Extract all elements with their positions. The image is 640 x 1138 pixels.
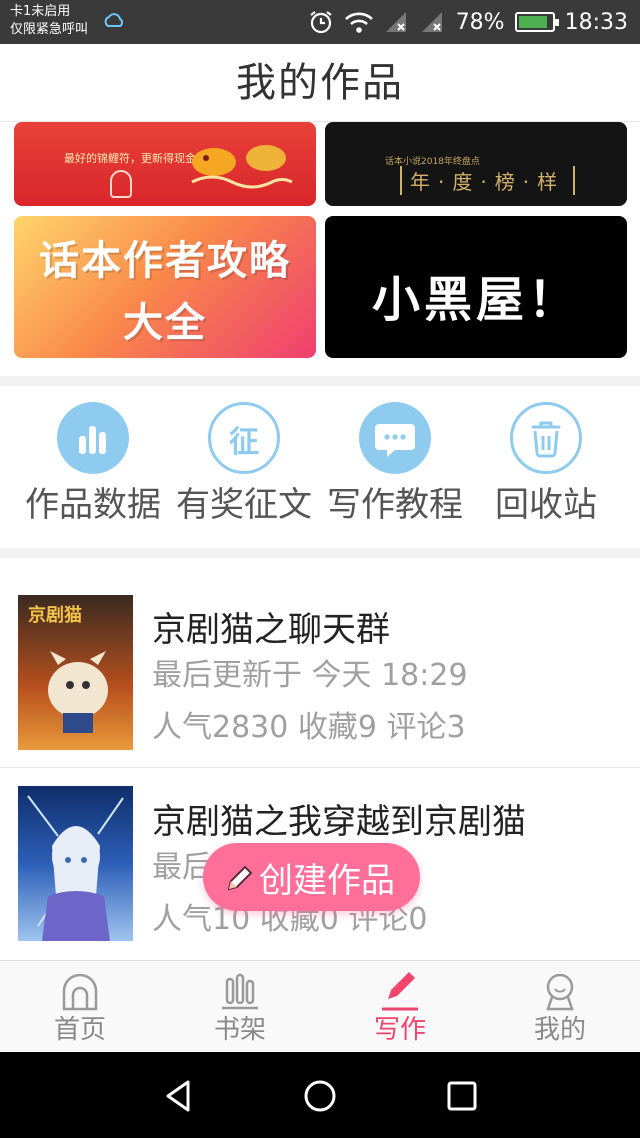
app-screen: 卡1未启用 仅限紧急呼叫 78% 18:33 我的作品 最好的锦鲤符，更新得现金… [0, 0, 640, 1138]
tab-label: 首页 [53, 1015, 106, 1045]
page-title: 我的作品 [236, 60, 404, 106]
tab-label: 书架 [213, 1015, 266, 1045]
annual-ranking-banner[interactable]: 话本小说2018年终盘点 年·度·榜·样 [325, 122, 627, 206]
alarm-icon [310, 11, 332, 34]
status-icons: 78% 18:33 [308, 6, 628, 38]
signal-1-icon [385, 12, 406, 32]
chat-bubble-icon [359, 402, 431, 474]
battery-icon [514, 12, 559, 32]
shortcut-works-data[interactable]: 作品数据 [18, 402, 168, 526]
pencil-icon [227, 865, 253, 891]
author-guide-title-line1: 话本作者攻略 [39, 238, 291, 284]
section-divider [0, 376, 640, 386]
work-item[interactable]: 京剧猫 京剧猫之聊天群 最后更新于 今天 18:29 人气2830 收藏9 评论… [0, 576, 640, 768]
back-icon[interactable] [158, 1076, 198, 1116]
trash-icon [510, 402, 582, 474]
blackroom-banner[interactable]: 小黑屋！ [325, 216, 627, 358]
create-work-button[interactable]: 创建作品 [203, 843, 420, 911]
work-cover-image: 京剧猫 [18, 595, 133, 750]
recent-apps-icon[interactable] [442, 1076, 482, 1116]
shortcut-label: 回收站 [495, 485, 597, 525]
work-title: 京剧猫之聊天群 [152, 610, 390, 650]
koi-event-banner[interactable]: 最好的锦鲤符，更新得现金红包 [14, 122, 316, 206]
author-guide-banner[interactable]: 话本作者攻略 大全 [14, 216, 316, 358]
blackroom-title: 小黑屋！ [371, 272, 580, 328]
home-icon [62, 973, 98, 1011]
shortcut-label: 作品数据 [25, 485, 161, 525]
bookshelf-icon [222, 973, 258, 1010]
shortcut-label: 写作教程 [327, 485, 463, 525]
carrier-line-2: 仅限紧急呼叫 [10, 22, 89, 37]
tab-home[interactable]: 首页 [0, 961, 160, 1053]
section-divider [0, 548, 640, 558]
wifi-icon [344, 12, 373, 33]
annual-banner-title: 年·度·榜·样 [400, 166, 576, 195]
page-header: 我的作品 [0, 44, 640, 122]
profile-icon [546, 973, 574, 1011]
shortcut-recycle-bin[interactable]: 回收站 [471, 402, 621, 526]
carrier-line-1: 卡1未启用 [10, 4, 71, 19]
battery-percent: 78% [455, 9, 505, 35]
carrier-info: 卡1未启用 仅限紧急呼叫 [10, 3, 88, 39]
koi-fish-image [191, 145, 293, 189]
shortcut-writing-tutorial[interactable]: 写作教程 [320, 402, 470, 526]
shortcut-label: 有奖征文 [176, 485, 312, 525]
bottom-tab-bar: 首页 书架 写作 我的 [0, 960, 640, 1052]
tab-label: 我的 [533, 1015, 586, 1045]
work-title: 京剧猫之我穿越到京剧猫 [152, 802, 526, 842]
tap-hand-icon [110, 170, 132, 198]
contest-icon: 征 [208, 402, 280, 474]
work-updated-time: 最后更新于 今天 18:29 [152, 658, 468, 693]
clock: 18:33 [564, 9, 628, 35]
status-bar: 卡1未启用 仅限紧急呼叫 78% 18:33 [0, 0, 640, 44]
signal-2-icon [421, 12, 442, 32]
tab-profile[interactable]: 我的 [480, 961, 640, 1053]
tab-label: 写作 [373, 1015, 426, 1045]
tab-write[interactable]: 写作 [320, 961, 480, 1053]
system-navigation-bar [0, 1052, 640, 1138]
home-button-icon[interactable] [300, 1076, 340, 1116]
tab-bookshelf[interactable]: 书架 [160, 961, 320, 1053]
pencil-icon [382, 972, 418, 1011]
shortcut-contest[interactable]: 征 有奖征文 [169, 402, 319, 526]
weather-cloud-icon [104, 13, 124, 27]
author-guide-title-line2: 大全 [123, 300, 207, 346]
bar-chart-icon [57, 402, 129, 474]
create-work-label: 创建作品 [259, 860, 395, 901]
work-cover-image [18, 786, 133, 941]
work-stats: 人气2830 收藏9 评论3 [152, 710, 466, 745]
